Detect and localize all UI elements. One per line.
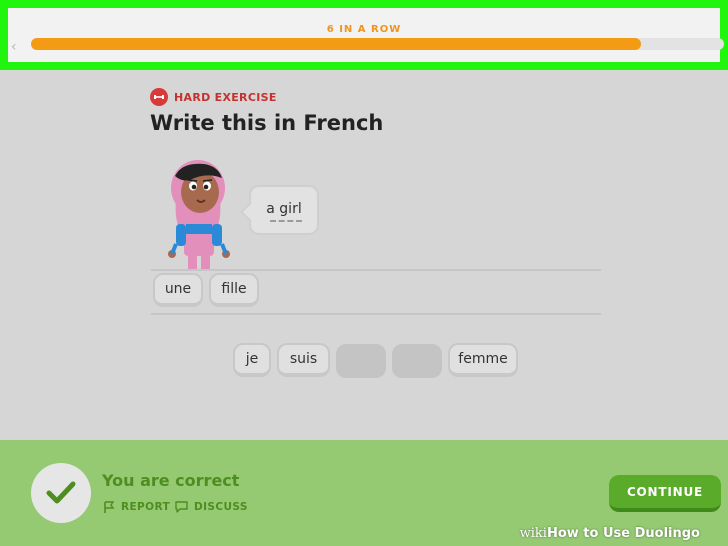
speech-bubble-icon (175, 501, 188, 513)
word-tile-femme[interactable]: femme (448, 343, 518, 377)
character-illustration (160, 154, 236, 272)
word-tile-placeholder (392, 344, 442, 378)
exercise-badge: HARD EXERCISE (150, 88, 277, 106)
success-badge (31, 463, 91, 523)
word-tile-suis[interactable]: suis (277, 343, 330, 377)
word-tile-placeholder (336, 344, 386, 378)
progress-fill (31, 38, 641, 50)
answer-tile-fille[interactable]: fille (209, 273, 259, 307)
continue-button[interactable]: CONTINUE (609, 475, 721, 512)
flag-icon (104, 501, 115, 513)
report-label: REPORT (121, 501, 171, 513)
chevron-left-icon[interactable]: ‹ (11, 40, 17, 54)
progress-bar (31, 38, 724, 50)
dumbbell-icon (150, 88, 168, 106)
discuss-link[interactable]: DISCUSS (174, 500, 248, 514)
feedback-status: You are correct (102, 471, 240, 490)
checkmark-icon (46, 481, 76, 504)
answer-line-bottom (151, 313, 601, 315)
prompt-text[interactable]: a girl (251, 201, 317, 217)
streak-label: 6 IN A ROW (326, 24, 402, 35)
progress-header: ‹ 6 IN A ROW (0, 0, 728, 70)
report-link[interactable]: REPORT (102, 500, 170, 514)
discuss-label: DISCUSS (194, 501, 248, 513)
badge-label: HARD EXERCISE (174, 90, 277, 104)
answer-line-top (151, 269, 601, 271)
watermark: wikiHow to Use Duolingo (519, 526, 700, 541)
page-title: Write this in French (150, 111, 384, 135)
hint-underline (270, 220, 302, 222)
word-tile-je[interactable]: je (233, 343, 271, 377)
answer-tile-une[interactable]: une (153, 273, 203, 307)
prompt-bubble: a girl (240, 185, 319, 235)
